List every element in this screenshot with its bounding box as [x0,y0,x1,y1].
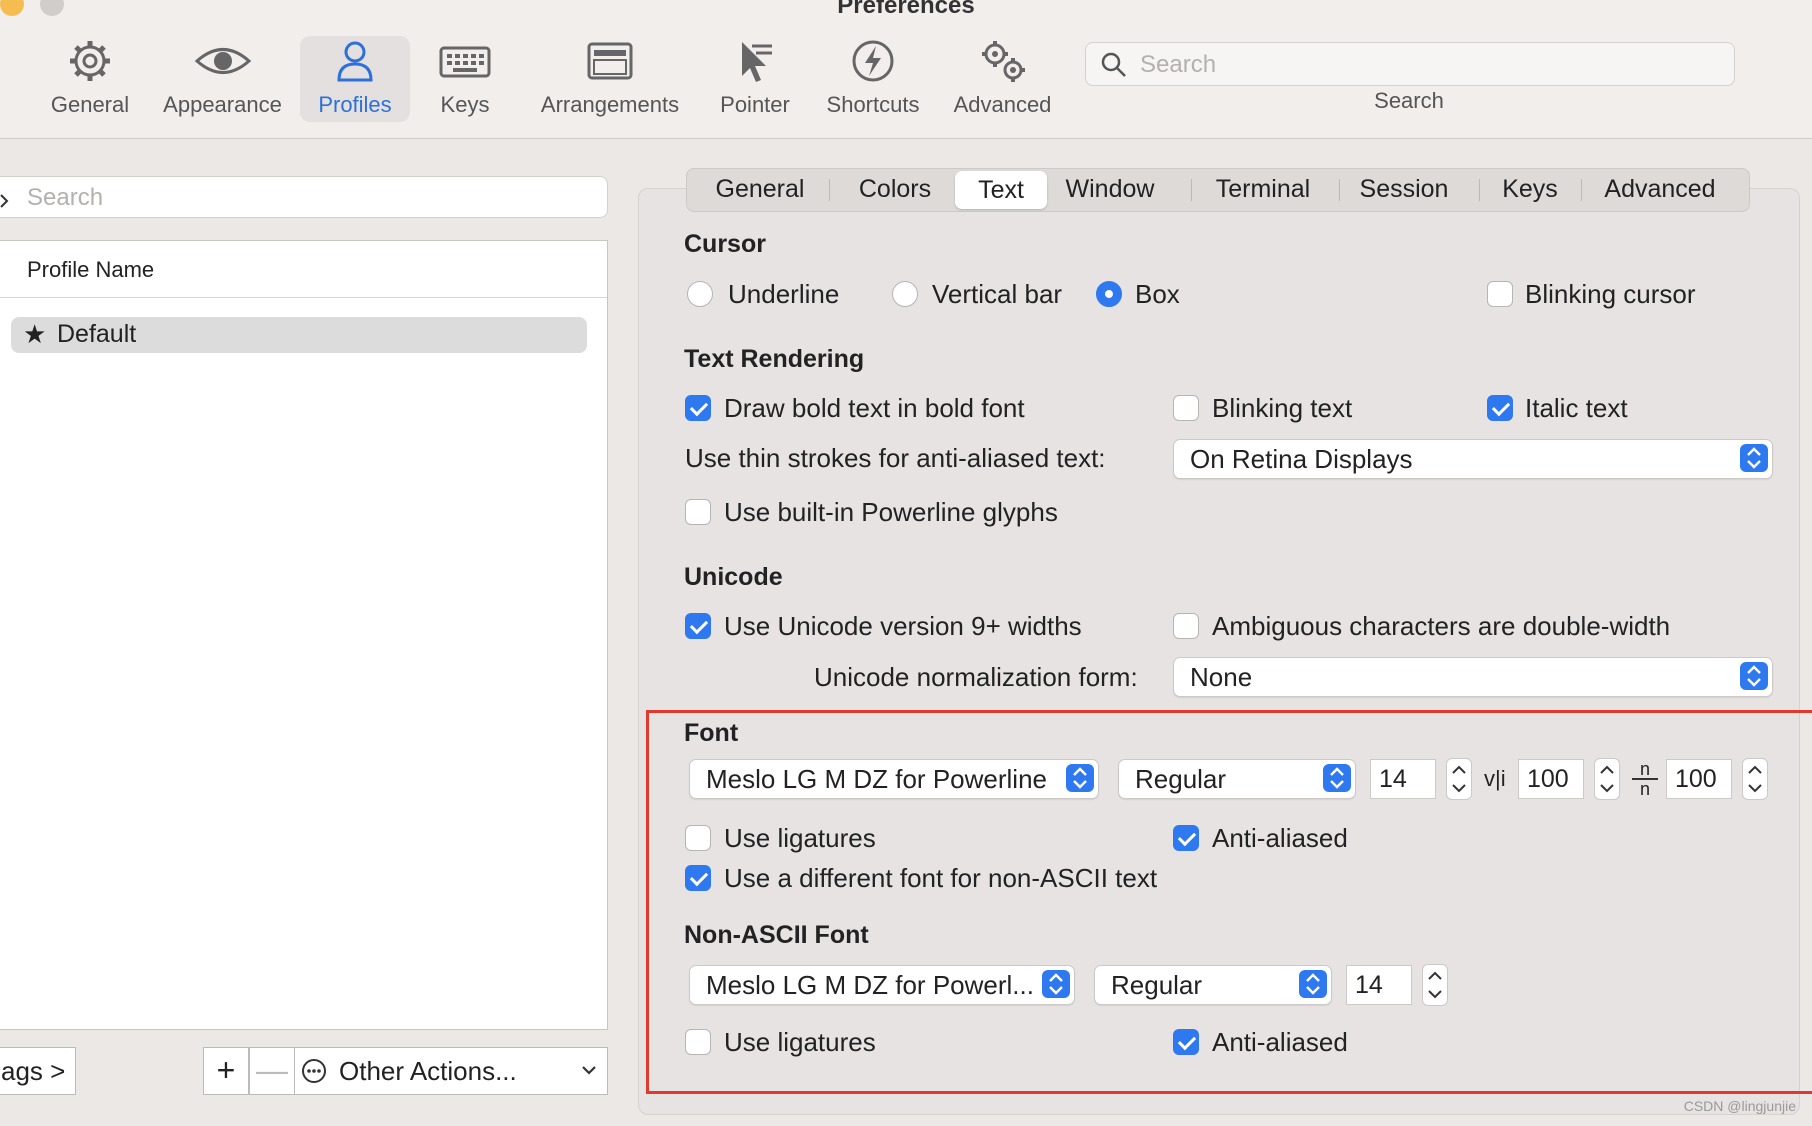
toolbar-shortcuts-label: Shortcuts [826,92,920,117]
italic-text-checkbox[interactable] [1487,395,1513,421]
cursor-vertical-bar-radio[interactable] [892,281,918,307]
unicode-widths-checkbox[interactable] [685,613,711,639]
toolbar-keys-label: Keys [440,92,490,117]
toolbar-appearance-label: Appearance [163,92,282,117]
toolbar-profiles-label: Profiles [318,92,392,117]
ambiguous-width-checkbox[interactable] [1173,613,1199,639]
gear-icon [70,41,110,81]
profile-search-field[interactable]: Search [0,176,608,218]
profile-tabbar: General Colors Text Window Terminal Sess… [686,168,1750,212]
ellipsis-circle-icon [302,1059,326,1083]
toolbar-advanced[interactable]: Advanced [945,36,1060,118]
cursor-vertical-bar-label: Vertical bar [932,279,1063,309]
toolbar-arrangements-label: Arrangements [540,92,680,117]
bold-font-label: Draw bold text in bold font [724,393,1025,423]
remove-profile-button[interactable]: — [249,1047,295,1095]
blinking-cursor-label: Blinking cursor [1525,279,1696,309]
thin-strokes-popup[interactable]: On Retina Displays [1173,439,1773,479]
other-actions-button[interactable]: Other Actions... [294,1047,608,1095]
bold-font-checkbox[interactable] [685,395,711,421]
tab-separator [829,179,830,201]
tab-window[interactable]: Window [1051,169,1169,209]
other-actions-label: Other Actions... [339,1056,517,1086]
cursor-underline-label: Underline [728,279,840,309]
tab-advanced[interactable]: Advanced [1585,169,1735,209]
tab-separator [1479,179,1480,201]
gears-icon [981,41,1025,82]
add-profile-button[interactable]: + [203,1047,249,1095]
lightning-icon [852,40,894,82]
tab-colors[interactable]: Colors [833,169,957,209]
profile-name-column: Profile Name [27,257,155,282]
blinking-text-checkbox[interactable] [1173,395,1199,421]
profile-row-label: Default [57,320,137,348]
keyboard-icon [439,46,491,78]
toolbar-search-label: Search [1374,88,1444,113]
toolbar-keys[interactable]: Keys [430,36,500,118]
toolbar-shortcuts[interactable]: Shortcuts [818,36,928,118]
tab-terminal[interactable]: Terminal [1195,169,1331,209]
tab-separator [1191,179,1192,201]
blinking-text-label: Blinking text [1212,393,1353,423]
updown-arrows-icon [1740,444,1768,472]
unicode-normalization-label: Unicode normalization form: [814,662,1138,692]
profile-row-default[interactable]: ★ Default [11,317,587,353]
unicode-heading: Unicode [684,563,783,591]
window-title: Preferences [837,0,975,19]
profile-list: Profile Name ★ Default [0,240,608,1030]
toolbar-search-field[interactable]: Search [1085,42,1735,86]
pointer-icon [742,42,772,82]
window-icon [587,42,633,80]
toolbar-arrangements[interactable]: Arrangements [530,36,690,118]
window-toolbar: Preferences General Appearance Profiles … [0,0,1812,139]
search-icon [1101,52,1126,77]
toolbar-advanced-label: Advanced [953,92,1052,117]
profile-search-placeholder: Search [27,184,104,211]
tab-keys[interactable]: Keys [1483,169,1577,209]
tab-general[interactable]: General [697,169,823,209]
toolbar-search-placeholder: Search [1140,51,1217,78]
cursor-underline-radio[interactable] [687,281,713,307]
italic-text-label: Italic text [1525,393,1628,423]
blinking-cursor-checkbox[interactable] [1487,281,1513,307]
highlight-box [646,710,1812,1094]
profile-list-header[interactable]: Profile Name [0,241,607,298]
cursor-heading: Cursor [684,230,766,258]
eye-icon [194,48,251,74]
toolbar-general[interactable]: General [40,36,140,118]
chevron-down-icon [582,1066,596,1075]
toolbar-pointer[interactable]: Pointer [710,36,800,118]
tab-separator [1581,179,1582,201]
tab-separator [1339,179,1340,201]
ambiguous-width-label: Ambiguous characters are double-width [1212,611,1671,641]
tab-text[interactable]: Text [955,171,1047,209]
thin-strokes-label: Use thin strokes for anti-aliased text: [685,443,1106,473]
cursor-box-label: Box [1135,279,1180,309]
star-icon: ★ [23,319,47,349]
tags-button[interactable]: ags > [0,1047,76,1095]
tags-button-label: ags > [1,1056,66,1086]
toolbar-general-label: General [50,92,130,117]
unicode-widths-label: Use Unicode version 9+ widths [724,611,1082,641]
person-icon [337,41,373,82]
toolbar-pointer-label: Pointer [720,92,790,117]
search-dropdown-icon [0,194,9,208]
text-rendering-heading: Text Rendering [684,345,865,373]
unicode-normalization-popup[interactable]: None [1173,657,1773,697]
cursor-box-radio[interactable] [1096,281,1122,307]
toolbar-appearance[interactable]: Appearance [155,36,290,118]
updown-arrows-icon [1740,662,1768,690]
unicode-normalization-value: None [1190,662,1253,692]
powerline-glyphs-checkbox[interactable] [685,499,711,525]
thin-strokes-value: On Retina Displays [1190,444,1413,474]
tab-session[interactable]: Session [1343,169,1465,209]
toolbar-profiles[interactable]: Profiles [300,36,410,122]
powerline-glyphs-label: Use built-in Powerline glyphs [724,497,1058,527]
watermark: CSDN @lingjunjie [1683,1098,1796,1114]
